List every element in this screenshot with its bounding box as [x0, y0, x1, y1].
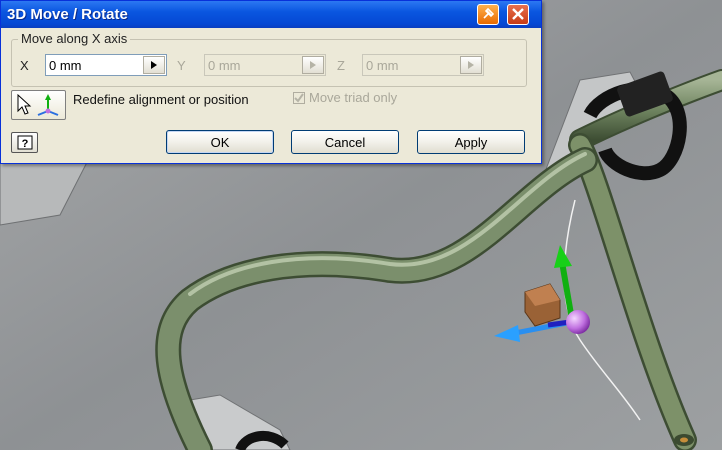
y-value-input[interactable] [208, 57, 296, 73]
x-value-input[interactable] [49, 57, 137, 73]
pin-button[interactable] [477, 4, 499, 25]
ok-button[interactable]: OK [166, 130, 274, 154]
x-value-field[interactable] [45, 54, 167, 76]
play-arrow-icon [468, 61, 474, 69]
move-triad-only-checkbox[interactable]: Move triad only [293, 90, 397, 105]
y-label: Y [177, 58, 186, 73]
triad-center-ball[interactable] [566, 310, 590, 334]
play-arrow-icon [151, 61, 157, 69]
z-label: Z [337, 58, 345, 73]
y-value-field[interactable] [204, 54, 326, 76]
z-value-field[interactable] [362, 54, 484, 76]
close-icon [512, 8, 524, 20]
apply-button[interactable]: Apply [417, 130, 525, 154]
help-icon: ? [17, 135, 32, 150]
move-rotate-dialog: 3D Move / Rotate Move along X axis X Y [0, 0, 542, 164]
y-arrow-button[interactable] [302, 56, 324, 74]
svg-text:?: ? [21, 138, 28, 150]
pipe-end-hole [680, 437, 688, 443]
checkmark-icon [294, 92, 304, 103]
title-bar[interactable]: 3D Move / Rotate [1, 1, 541, 28]
x-arrow-button[interactable] [143, 56, 165, 74]
select-triad-icon [17, 93, 59, 116]
play-arrow-icon [310, 61, 316, 69]
window-title: 3D Move / Rotate [7, 6, 128, 23]
z-arrow-button[interactable] [460, 56, 482, 74]
group-label: Move along X axis [18, 31, 131, 46]
redefine-label: Redefine alignment or position [73, 92, 249, 107]
redefine-alignment-button[interactable] [11, 90, 66, 120]
z-value-input[interactable] [366, 57, 454, 73]
close-button[interactable] [507, 4, 529, 25]
move-along-x-axis-group: Move along X axis X Y Z [11, 31, 527, 87]
x-label: X [20, 58, 29, 73]
help-button[interactable]: ? [11, 132, 38, 153]
checkbox[interactable] [293, 91, 305, 104]
cancel-button[interactable]: Cancel [291, 130, 399, 154]
move-triad-only-label: Move triad only [309, 90, 398, 105]
pin-icon [483, 7, 495, 19]
